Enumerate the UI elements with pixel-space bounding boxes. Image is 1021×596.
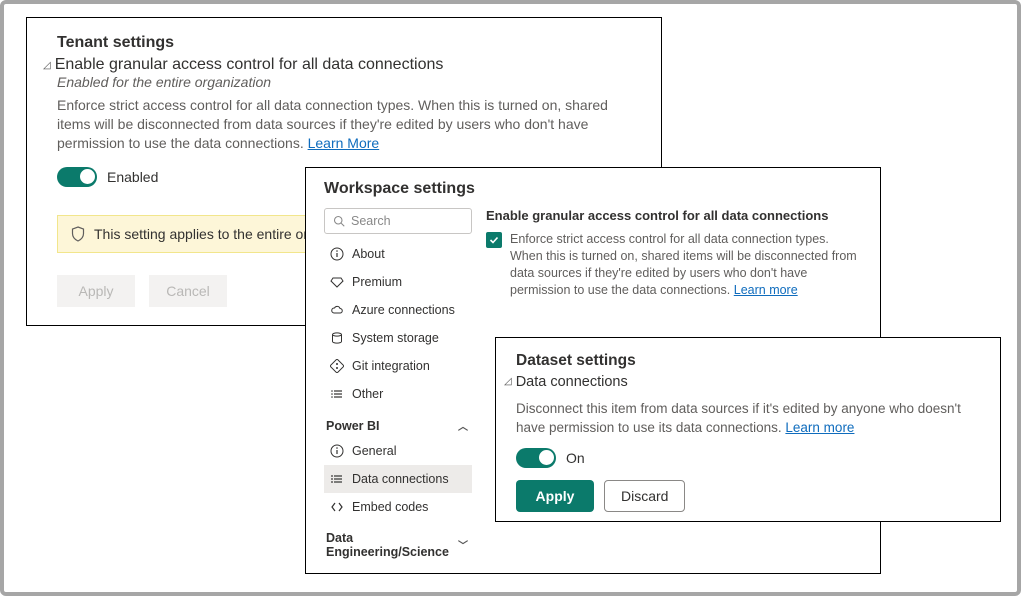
nav-item-about[interactable]: About xyxy=(324,240,472,268)
shield-icon xyxy=(70,226,86,242)
tenant-apply-button[interactable]: Apply xyxy=(57,275,135,307)
tenant-toggle-label: Enabled xyxy=(107,169,158,185)
tenant-heading: Tenant settings xyxy=(57,34,639,52)
nav-item-other[interactable]: Other xyxy=(324,380,472,408)
search-icon xyxy=(333,215,345,227)
cloud-icon xyxy=(330,303,344,317)
workspace-detail-description: Enforce strict access control for all da… xyxy=(510,231,862,299)
expand-triangle-icon: ◿ xyxy=(504,376,512,387)
nav-item-git[interactable]: Git integration xyxy=(324,352,472,380)
nav-section-data-engineering[interactable]: Data Engineering/Science ﹀ xyxy=(324,521,472,563)
git-icon xyxy=(330,359,344,373)
info-icon xyxy=(330,444,344,458)
tenant-description: Enforce strict access control for all da… xyxy=(57,96,639,153)
dataset-discard-button[interactable]: Discard xyxy=(604,480,685,512)
workspace-search-input[interactable]: Search xyxy=(324,208,472,234)
dataset-heading: Dataset settings xyxy=(516,352,984,370)
workspace-learn-more-link[interactable]: Learn more xyxy=(734,283,798,297)
tenant-enabled-toggle[interactable] xyxy=(57,167,97,187)
workspace-detail-title: Enable granular access control for all d… xyxy=(486,208,862,223)
workspace-enable-checkbox[interactable] xyxy=(486,232,502,248)
workspace-heading: Workspace settings xyxy=(324,180,862,198)
data-connections-icon xyxy=(330,472,344,486)
nav-item-embed-codes[interactable]: Embed codes xyxy=(324,493,472,521)
tenant-learn-more-link[interactable]: Learn More xyxy=(308,135,380,151)
list-icon xyxy=(330,387,344,401)
diamond-icon xyxy=(330,275,344,289)
check-icon xyxy=(489,235,499,245)
dataset-description: Disconnect this item from data sources i… xyxy=(516,400,984,438)
nav-item-general[interactable]: General xyxy=(324,437,472,465)
tenant-scope-line: Enabled for the entire organization xyxy=(57,74,639,90)
dataset-section-label: Data connections xyxy=(516,374,628,390)
database-icon xyxy=(330,331,344,345)
expand-triangle-icon: ◿ xyxy=(43,60,51,71)
chevron-up-icon: ︿ xyxy=(458,418,468,433)
dataset-on-toggle[interactable] xyxy=(516,448,556,468)
nav-item-premium[interactable]: Premium xyxy=(324,268,472,296)
code-icon xyxy=(330,500,344,514)
tenant-setting-header[interactable]: ◿ Enable granular access control for all… xyxy=(43,56,639,74)
dataset-apply-button[interactable]: Apply xyxy=(516,480,594,512)
dataset-section-header[interactable]: ◿ Data connections xyxy=(504,374,984,390)
dataset-toggle-label: On xyxy=(566,450,585,466)
info-icon xyxy=(330,247,344,261)
nav-item-azure[interactable]: Azure connections xyxy=(324,296,472,324)
canvas: Tenant settings ◿ Enable granular access… xyxy=(0,0,1021,596)
nav-item-data-connections[interactable]: Data connections xyxy=(324,465,472,493)
tenant-setting-title: Enable granular access control for all d… xyxy=(55,56,444,74)
dataset-button-row: Apply Discard xyxy=(516,480,984,512)
tenant-notice-text: This setting applies to the entire org xyxy=(94,226,316,242)
chevron-down-icon: ﹀ xyxy=(458,537,468,552)
workspace-nav-sidebar: Search About Premium xyxy=(324,208,472,563)
dataset-toggle-row: On xyxy=(516,448,984,468)
tenant-cancel-button[interactable]: Cancel xyxy=(149,275,227,307)
nav-item-storage[interactable]: System storage xyxy=(324,324,472,352)
nav-section-powerbi[interactable]: Power BI ︿ xyxy=(324,408,472,437)
dataset-settings-panel: Dataset settings ◿ Data connections Disc… xyxy=(495,337,1001,522)
dataset-learn-more-link[interactable]: Learn more xyxy=(785,420,854,435)
